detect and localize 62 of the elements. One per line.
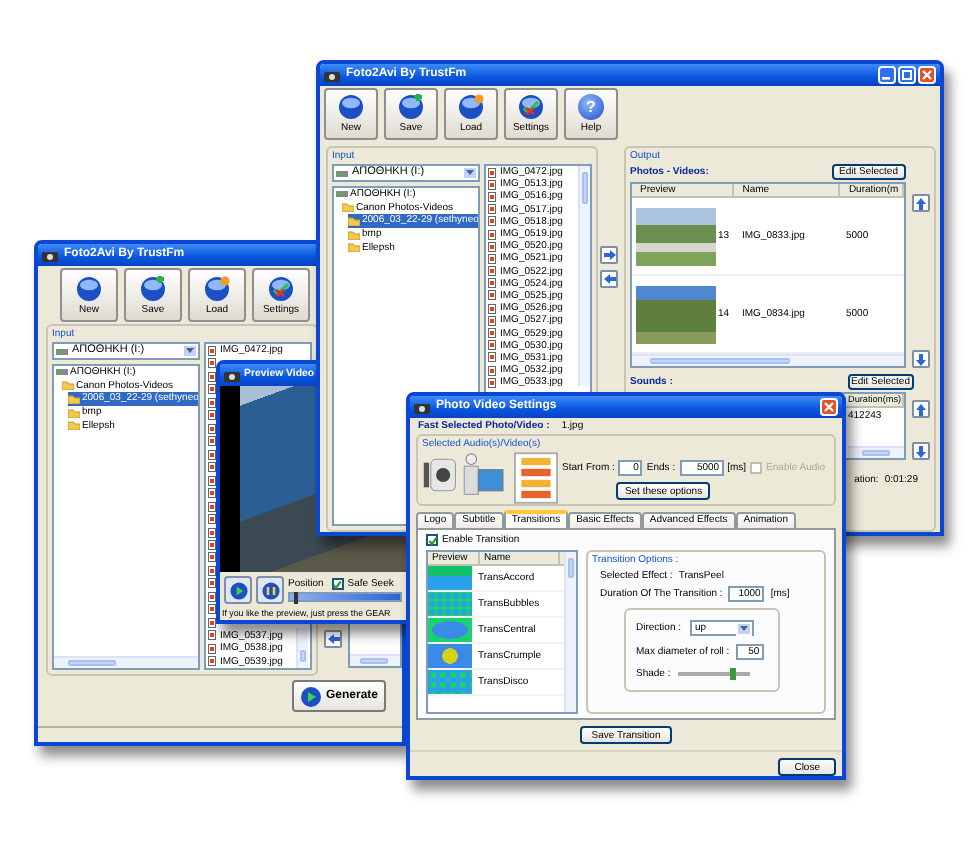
arrow-icon	[914, 444, 928, 458]
transition-thumbnail	[428, 644, 472, 668]
scrollbar	[54, 656, 198, 668]
tools-icon	[268, 275, 294, 301]
minimize-button[interactable]	[878, 66, 896, 84]
camera-icon	[224, 369, 240, 381]
drive-icon	[56, 347, 68, 355]
move-up-button[interactable]	[912, 194, 930, 212]
checkbox[interactable]	[331, 578, 344, 590]
arrow-icon	[914, 402, 928, 416]
close-button[interactable]	[918, 66, 936, 84]
arrow-icon	[326, 632, 340, 646]
slider-thumb[interactable]	[293, 592, 298, 604]
play-icon	[229, 581, 247, 599]
maximize-button[interactable]	[898, 66, 916, 84]
camera-icon	[324, 69, 340, 81]
remove-button[interactable]	[600, 270, 618, 288]
circle-icon	[76, 275, 102, 301]
photo-placeholder	[636, 285, 716, 343]
check-icon	[332, 579, 343, 589]
transition-thumbnail	[428, 618, 472, 642]
move-down-button[interactable]	[912, 442, 930, 460]
caret-icon	[186, 348, 194, 354]
slider-thumb[interactable]	[729, 668, 736, 680]
close-icon	[824, 402, 834, 412]
drive-icon	[336, 190, 348, 199]
position-slider[interactable]	[288, 592, 402, 602]
play-icon	[299, 685, 322, 707]
pause-button[interactable]	[256, 576, 284, 604]
caret-icon	[739, 625, 748, 631]
move-up-button[interactable]	[912, 400, 930, 418]
arrow-icon	[914, 196, 928, 210]
photo-placeholder	[636, 207, 716, 265]
add-button[interactable]	[600, 246, 618, 264]
pause-icon	[261, 581, 279, 599]
close-button[interactable]	[820, 398, 838, 416]
check-icon	[427, 535, 437, 545]
close-icon	[922, 70, 932, 80]
transition-thumbnail	[428, 566, 472, 590]
checkbox[interactable]	[426, 534, 438, 546]
transition-thumbnail	[428, 592, 472, 616]
play-button[interactable]	[224, 576, 252, 604]
remove-button[interactable]	[324, 630, 342, 648]
camera-icon	[42, 249, 58, 261]
move-down-button[interactable]	[912, 350, 930, 368]
scrollbar	[296, 628, 308, 668]
tools-icon	[518, 94, 544, 120]
maximize-icon	[902, 70, 912, 80]
drive-icon	[56, 368, 68, 377]
arrow-icon	[914, 352, 928, 366]
caret-icon	[466, 170, 474, 176]
camera-icon	[414, 401, 430, 413]
help-icon: ?	[578, 94, 604, 120]
transition-thumbnail	[428, 670, 472, 694]
camera-devices-drawing	[422, 452, 510, 498]
scrollbar	[848, 446, 904, 458]
circle-plus-icon	[398, 94, 424, 120]
circle-plus-icon	[140, 275, 166, 301]
drive-icon	[336, 169, 348, 177]
circle-icon	[338, 94, 364, 120]
thumbnail-drawing	[514, 452, 558, 504]
scrollbar	[350, 654, 400, 666]
